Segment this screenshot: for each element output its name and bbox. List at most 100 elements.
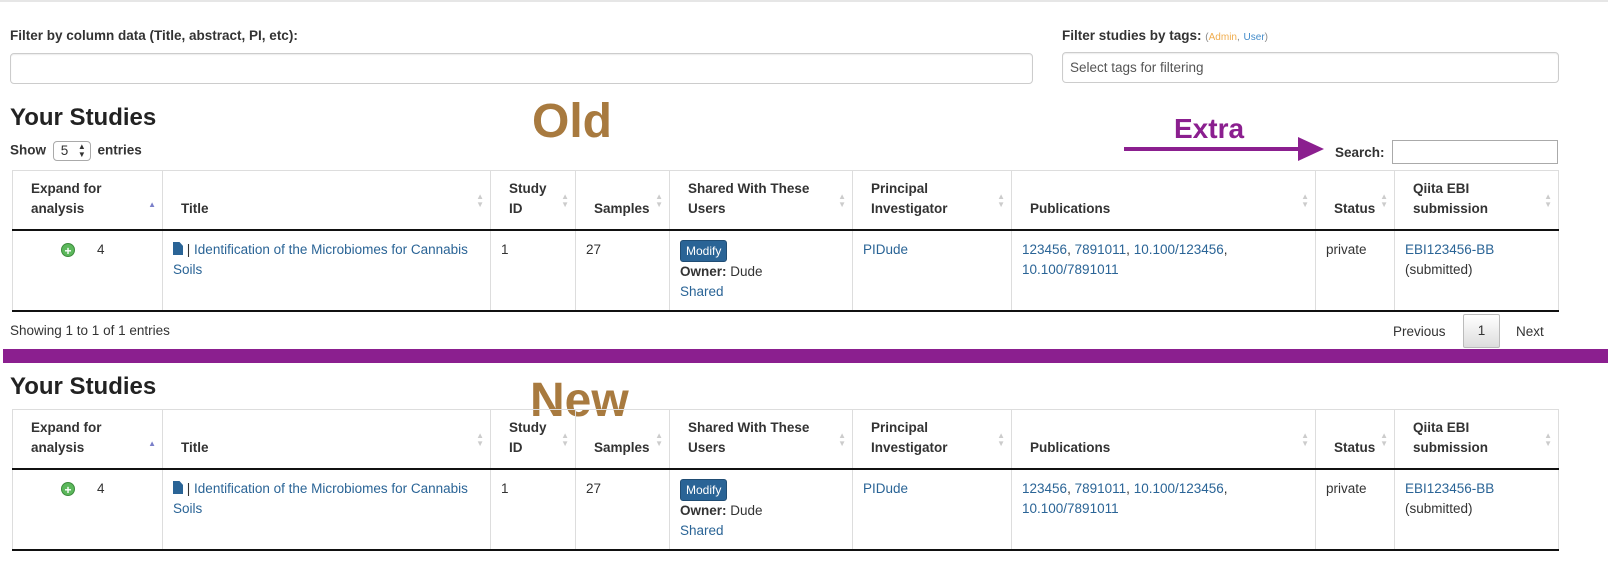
header-expand[interactable]: Expand for analysis ▲	[12, 409, 163, 470]
expand-count: 4	[97, 481, 105, 496]
header-status[interactable]: Status ▲ ▼	[1315, 170, 1395, 231]
sort-asc-icon: ▲	[148, 439, 156, 448]
sort-icon: ▲ ▼	[655, 431, 663, 448]
show-entries-control: Show 5 ▲ ▼ entries	[10, 141, 142, 161]
publication-link[interactable]: 10.100/123456	[1134, 481, 1224, 496]
tag-admin: Admin	[1208, 32, 1237, 43]
header-pi[interactable]: Principal Investigator ▲ ▼	[852, 170, 1012, 231]
owner-label: Owner:	[680, 503, 727, 518]
sort-asc-icon: ▲	[148, 200, 156, 209]
header-ebi[interactable]: Qiita EBI submission ▲ ▼	[1394, 170, 1559, 231]
old-section-title: Your Studies	[10, 104, 157, 131]
shared-link[interactable]: Shared	[680, 284, 724, 299]
search-input[interactable]	[1392, 140, 1558, 164]
study-id-cell: 1	[490, 469, 576, 551]
header-title[interactable]: Title ▲ ▼	[162, 409, 491, 470]
tag-separator: ,	[1237, 32, 1240, 43]
header-status[interactable]: Status ▲ ▼	[1315, 409, 1395, 470]
ebi-link[interactable]: EBI123456-BB	[1405, 242, 1494, 257]
pub-separator: ,	[1126, 481, 1130, 496]
sort-icon: ▲ ▼	[561, 431, 569, 448]
header-expand[interactable]: Expand for analysis ▲	[12, 170, 163, 231]
spinner-arrows-icon: ▲ ▼	[77, 142, 86, 159]
title-separator: |	[186, 242, 191, 257]
sort-icon: ▲ ▼	[476, 192, 484, 209]
sort-icon: ▲ ▼	[655, 192, 663, 209]
publication-link[interactable]: 7891011	[1075, 481, 1127, 496]
title-separator: |	[186, 481, 191, 496]
publication-link[interactable]: 7891011	[1075, 242, 1127, 257]
shared-cell: Modify Owner: Dude Shared	[669, 230, 853, 312]
publication-link[interactable]: 123456	[1022, 242, 1067, 257]
publication-link[interactable]: 123456	[1022, 481, 1067, 496]
sort-icon: ▲ ▼	[997, 192, 1005, 209]
pager-current-page[interactable]: 1	[1463, 314, 1500, 348]
ebi-status: (submitted)	[1405, 501, 1473, 516]
sort-icon: ▲ ▼	[1544, 192, 1552, 209]
showing-entries-info: Showing 1 to 1 of 1 entries	[10, 323, 170, 338]
sort-icon: ▲ ▼	[1380, 192, 1388, 209]
header-title[interactable]: Title ▲ ▼	[162, 170, 491, 231]
pub-separator: ,	[1223, 242, 1228, 257]
header-publications[interactable]: Publications ▲ ▼	[1011, 170, 1316, 231]
publication-link[interactable]: 10.100/7891011	[1022, 501, 1119, 516]
expand-count: 4	[97, 242, 105, 257]
pager-next[interactable]: Next	[1516, 324, 1544, 339]
new-studies-table: Expand for analysis ▲ Title ▲ ▼ Study ID ▲ ▼ …	[12, 409, 1559, 551]
status-cell: private	[1315, 230, 1395, 312]
study-title-link[interactable]: Identification of the Microbiomes for Ca…	[173, 242, 468, 277]
column-filter-input[interactable]	[10, 53, 1033, 84]
modify-button[interactable]: Modify	[680, 479, 728, 501]
shared-cell: Modify Owner: Dude Shared	[669, 469, 853, 551]
column-filter-label: Filter by column data (Title, abstract, …	[10, 28, 298, 43]
modify-button[interactable]: Modify	[680, 240, 728, 262]
header-ebi[interactable]: Qiita EBI submission ▲ ▼	[1394, 409, 1559, 470]
publication-link[interactable]: 10.100/123456	[1134, 242, 1224, 257]
file-icon	[173, 481, 183, 494]
ebi-cell: EBI123456-BB (submitted)	[1394, 469, 1559, 551]
pi-cell: PIDude	[852, 230, 1012, 312]
expand-cell: +4	[12, 230, 163, 312]
status-cell: private	[1315, 469, 1395, 551]
pager-previous[interactable]: Previous	[1393, 324, 1446, 339]
ebi-link[interactable]: EBI123456-BB	[1405, 481, 1494, 496]
header-shared[interactable]: Shared With These Users ▲ ▼	[669, 409, 853, 470]
header-study-id[interactable]: Study ID ▲ ▼	[490, 170, 576, 231]
publications-cell: 123456, 7891011, 10.100/123456, 10.100/7…	[1011, 230, 1316, 312]
add-to-analysis-icon[interactable]: +	[61, 243, 75, 258]
sort-icon: ▲ ▼	[1301, 192, 1309, 209]
study-id-cell: 1	[490, 230, 576, 312]
section-divider	[3, 349, 1608, 363]
header-study-id[interactable]: Study ID ▲ ▼	[490, 409, 576, 470]
sort-icon: ▲ ▼	[1544, 431, 1552, 448]
title-cell: | Identification of the Microbiomes for …	[162, 230, 491, 312]
pub-separator: ,	[1223, 481, 1228, 496]
old-studies-table: Expand for analysis ▲ Title ▲ ▼ Study ID ▲ ▼ …	[12, 170, 1559, 312]
pi-link[interactable]: PIDude	[863, 242, 908, 257]
samples-cell: 27	[575, 469, 670, 551]
top-border	[0, 0, 1608, 2]
shared-link[interactable]: Shared	[680, 523, 724, 538]
pub-separator: ,	[1067, 242, 1071, 257]
header-samples[interactable]: Samples ▲ ▼	[575, 409, 670, 470]
samples-cell: 27	[575, 230, 670, 312]
sort-icon: ▲ ▼	[1380, 431, 1388, 448]
header-pi[interactable]: Principal Investigator ▲ ▼	[852, 409, 1012, 470]
header-samples[interactable]: Samples ▲ ▼	[575, 170, 670, 231]
header-shared[interactable]: Shared With These Users ▲ ▼	[669, 170, 853, 231]
study-title-link[interactable]: Identification of the Microbiomes for Ca…	[173, 481, 468, 516]
tag-user: User	[1243, 32, 1265, 43]
publication-link[interactable]: 10.100/7891011	[1022, 262, 1119, 277]
owner-name: Dude	[730, 264, 763, 279]
entries-select[interactable]: 5 ▲ ▼	[52, 141, 91, 161]
new-section-title: Your Studies	[10, 373, 157, 400]
add-to-analysis-icon[interactable]: +	[61, 482, 75, 497]
pi-link[interactable]: PIDude	[863, 481, 908, 496]
header-publications[interactable]: Publications ▲ ▼	[1011, 409, 1316, 470]
pi-cell: PIDude	[852, 469, 1012, 551]
sort-icon: ▲ ▼	[476, 431, 484, 448]
ebi-cell: EBI123456-BB (submitted)	[1394, 230, 1559, 312]
tags-filter-input[interactable]	[1062, 52, 1559, 83]
publications-cell: 123456, 7891011, 10.100/123456, 10.100/7…	[1011, 469, 1316, 551]
pub-separator: ,	[1067, 481, 1071, 496]
